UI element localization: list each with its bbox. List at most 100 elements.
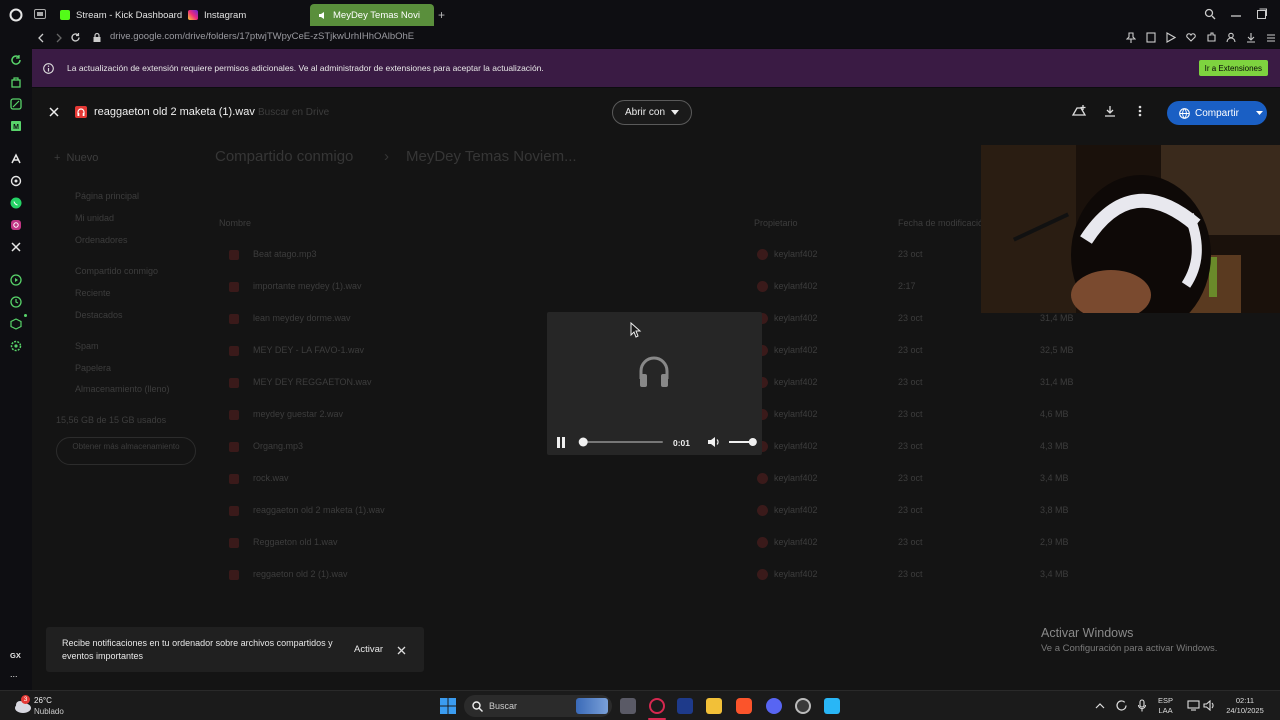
taskbar-search[interactable]: Buscar (464, 695, 612, 717)
tab-kick[interactable]: Stream - Kick Dashboard (52, 4, 190, 26)
column-name[interactable]: Nombre (219, 218, 251, 228)
activate-button[interactable]: Activar (354, 644, 383, 655)
opera-gx-taskbar-icon[interactable] (649, 698, 665, 714)
refresh-icon[interactable] (8, 52, 24, 68)
column-modified[interactable]: Fecha de modificación (898, 218, 988, 228)
close-viewer-icon[interactable] (48, 106, 60, 118)
download-icon[interactable] (1246, 32, 1256, 43)
heart-icon[interactable] (1186, 32, 1196, 43)
more-options-icon[interactable] (1138, 105, 1142, 117)
get-storage-button[interactable]: Obtener más almacenamiento (56, 437, 196, 465)
vscode-icon[interactable] (677, 698, 693, 714)
download-file-icon[interactable] (1104, 105, 1116, 117)
address-tools (1126, 32, 1276, 43)
file-row-name[interactable]: meydey guestar 2.wav (253, 409, 343, 419)
breadcrumb-folder[interactable]: MeyDey Temas Noviem... (406, 148, 577, 165)
nav-recent[interactable]: Reciente (75, 288, 111, 298)
extensions-icon[interactable] (1206, 32, 1216, 43)
instagram-icon[interactable] (8, 217, 24, 233)
x-icon[interactable] (8, 239, 24, 255)
mouse-cursor-icon (630, 322, 642, 338)
new-button[interactable]: + Nuevo (54, 152, 98, 164)
task-view-icon[interactable] (620, 698, 636, 714)
file-row-name[interactable]: importante meydey (1).wav (253, 281, 362, 291)
maximize-icon[interactable] (1256, 8, 1268, 20)
weather-widget[interactable]: 3 26°C Nublado (8, 694, 88, 718)
file-row-name[interactable]: MEY DEY - LA FAVO-1.wav (253, 345, 364, 355)
breadcrumb-root[interactable]: Compartido conmigo (215, 148, 353, 165)
nav-starred[interactable]: Destacados (75, 310, 123, 320)
file-explorer-icon[interactable] (706, 698, 722, 714)
back-icon[interactable] (36, 33, 46, 43)
speaker-icon[interactable] (1203, 700, 1216, 711)
opera-gx-icon[interactable] (8, 7, 24, 23)
menu-icon[interactable] (1266, 32, 1276, 43)
volume-icon[interactable] (707, 436, 721, 448)
url-field[interactable]: drive.google.com/drive/folders/17ptwjTWp… (110, 31, 414, 42)
nav-trash[interactable]: Papelera (75, 363, 111, 373)
nav-home[interactable]: Página principal (75, 191, 139, 201)
file-row-name[interactable]: Reggaeton old 1.wav (253, 537, 338, 547)
search-placeholder: Buscar (489, 701, 518, 711)
caret-down-icon[interactable] (1255, 111, 1263, 115)
file-row-name[interactable]: lean meydey dorme.wav (253, 313, 351, 323)
clock[interactable]: 02:11 24/10/2025 (1222, 696, 1268, 716)
windows-start-icon[interactable] (440, 698, 456, 714)
nav-my-drive[interactable]: Mi unidad (75, 213, 114, 223)
file-row-name[interactable]: MEY DEY REGGAETON.wav (253, 377, 372, 387)
tv-icon[interactable]: M (8, 118, 24, 134)
file-row-name[interactable]: reaggaeton old 2 maketa (1).wav (253, 505, 385, 515)
file-row-name[interactable]: Beat atago.mp3 (253, 249, 317, 259)
nav-storage[interactable]: Almacenamiento (lleno) (75, 384, 170, 394)
chatgpt-taskbar-icon[interactable] (795, 698, 811, 714)
language-indicator[interactable]: ESP LAA (1158, 696, 1173, 716)
file-row-name[interactable]: reggaeton old 2 (1).wav (253, 569, 348, 579)
seek-bar[interactable] (577, 437, 665, 447)
cube-icon[interactable] (8, 316, 24, 332)
audio-file-icon (229, 506, 239, 516)
nav-shared[interactable]: Compartido conmigo (75, 266, 158, 276)
file-row-size: 3,8 MB (1040, 505, 1069, 515)
go-to-extensions-button[interactable]: Ir a Extensiones (1198, 60, 1268, 76)
clock-icon[interactable] (8, 294, 24, 310)
tray-chevron-icon[interactable] (1095, 702, 1105, 709)
pin-icon[interactable] (1126, 32, 1136, 43)
nav-spam[interactable]: Spam (75, 341, 99, 351)
add-to-drive-icon[interactable] (1071, 104, 1087, 120)
file-row-name[interactable]: Organg.mp3 (253, 441, 303, 451)
file-row-name[interactable]: rock.wav (253, 473, 289, 483)
snapshot-icon[interactable] (1146, 32, 1156, 43)
brave-icon[interactable] (736, 698, 752, 714)
volume-slider[interactable] (727, 437, 759, 447)
forward-icon[interactable] (54, 33, 64, 43)
dismiss-icon[interactable] (397, 646, 406, 655)
file-row-date: 23 oct (898, 313, 923, 323)
minimize-icon[interactable] (1230, 8, 1242, 20)
settings-icon[interactable] (8, 338, 24, 354)
nav-computers[interactable]: Ordenadores (75, 235, 128, 245)
app-icon[interactable] (824, 698, 840, 714)
pause-button[interactable] (556, 437, 566, 448)
tab-drive[interactable]: MeyDey Temas Novi (310, 4, 434, 26)
bag-icon[interactable] (8, 74, 24, 90)
profile-icon[interactable] (1226, 32, 1236, 43)
gx-label[interactable]: GX (10, 651, 21, 660)
new-tab-icon[interactable]: + (438, 8, 445, 22)
play-circle-icon[interactable] (8, 272, 24, 288)
whatsapp-icon[interactable] (8, 195, 24, 211)
joystick-icon[interactable] (8, 96, 24, 112)
chatgpt-icon[interactable] (8, 173, 24, 189)
more-icon[interactable]: ... (10, 669, 18, 679)
reload-icon[interactable] (70, 32, 81, 43)
discord-icon[interactable] (766, 698, 782, 714)
open-with-button[interactable]: Abrir con (612, 100, 693, 125)
share-button[interactable]: Compartir (1167, 101, 1267, 125)
tab-instagram[interactable]: Instagram (180, 4, 254, 26)
send-icon[interactable] (1166, 32, 1176, 43)
microphone-icon[interactable] (1137, 699, 1147, 712)
network-sync-icon[interactable] (1115, 699, 1128, 712)
display-icon[interactable] (1187, 700, 1200, 711)
workspaces-icon[interactable] (34, 9, 46, 19)
arrow-icon[interactable] (8, 151, 24, 167)
search-icon[interactable] (1204, 8, 1216, 20)
